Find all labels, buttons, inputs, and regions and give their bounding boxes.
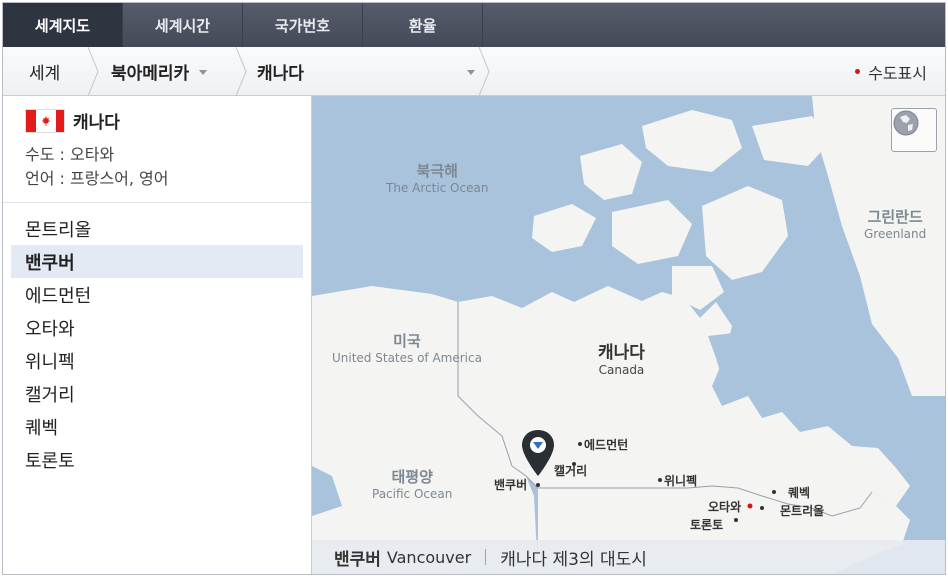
country-info: 캐나다 수도 : 오타와 언어 : 프랑스어, 영어 — [25, 108, 169, 191]
chevron-down-icon — [199, 70, 208, 75]
breadcrumb-country-select[interactable]: 캐나다 — [257, 47, 475, 96]
city-item-vancouver[interactable]: 밴쿠버 — [11, 245, 303, 278]
globe-view-button[interactable] — [891, 108, 937, 152]
language-info: 언어 : 프랑스어, 영어 — [25, 169, 169, 188]
world-map-widget: 세계지도 세계시간 국가번호 환율 세계 북아메리카 캐나다 수도표시 캐나다 … — [2, 2, 946, 575]
map-city-quebec[interactable]: 퀘벡 — [788, 484, 810, 501]
map-view[interactable]: 북극해 The Arctic Ocean 그린란드 Greenland 미국 U… — [312, 96, 945, 574]
city-item-winnipeg[interactable]: 위니펙 — [11, 344, 303, 377]
divider — [3, 202, 311, 203]
globe-icon — [893, 110, 919, 136]
city-item-edmonton[interactable]: 에드먼턴 — [11, 278, 303, 311]
map-city-ottawa[interactable]: 오타와 — [708, 498, 741, 515]
show-capital-label: 수도표시 — [868, 63, 927, 83]
chevron-down-icon — [467, 70, 475, 75]
city-item-montreal[interactable]: 몬트리올 — [11, 212, 303, 245]
map-city-montreal[interactable]: 몬트리올 — [780, 502, 824, 519]
caption-city-en: Vancouver — [386, 547, 472, 567]
breadcrumb: 세계 북아메리카 캐나다 수도표시 — [3, 47, 945, 96]
map-city-edmonton[interactable]: 에드먼턴 — [584, 436, 628, 453]
country-name: 캐나다 — [73, 113, 120, 133]
breadcrumb-world[interactable]: 세계 — [29, 47, 60, 96]
capital-info: 수도 : 오타와 — [25, 145, 115, 164]
breadcrumb-separator — [478, 47, 490, 96]
map-city-winnipeg[interactable]: 위니펙 — [664, 472, 697, 489]
caption-divider — [485, 549, 487, 565]
top-tabs: 세계지도 세계시간 국가번호 환율 — [3, 3, 945, 47]
map-label-greenland: 그린란드 Greenland — [864, 208, 927, 241]
caption-description: 캐나다 제3의 대도시 — [500, 549, 647, 570]
tab-world-map[interactable]: 세계지도 — [3, 3, 123, 47]
show-capital-toggle[interactable]: 수도표시 — [855, 47, 927, 96]
map-city-calgary[interactable]: 캘거리 — [554, 462, 587, 479]
canada-flag-icon — [25, 108, 65, 133]
map-label-pacific: 태평양 Pacific Ocean — [372, 468, 453, 501]
breadcrumb-separator — [235, 47, 247, 96]
breadcrumb-region-select[interactable]: 북아메리카 — [111, 47, 208, 96]
map-city-toronto[interactable]: 토론토 — [690, 516, 723, 533]
map-label-canada: 캐나다 Canada — [598, 343, 645, 377]
map-label-usa: 미국 United States of America — [332, 332, 482, 365]
map-label-arctic: 북극해 The Arctic Ocean — [386, 162, 489, 195]
tab-world-time[interactable]: 세계시간 — [123, 3, 243, 47]
breadcrumb-separator — [87, 47, 99, 96]
caption-city-ko: 밴쿠버 — [334, 549, 381, 570]
city-item-quebec[interactable]: 퀘벡 — [11, 410, 303, 443]
country-panel: 캐나다 수도 : 오타와 언어 : 프랑스어, 영어 몬트리올 밴쿠버 에드먼턴… — [3, 96, 312, 574]
city-item-calgary[interactable]: 캘거리 — [11, 377, 303, 410]
map-city-vancouver[interactable]: 밴쿠버 — [494, 476, 527, 493]
city-item-toronto[interactable]: 토론토 — [11, 443, 303, 476]
tab-country-code[interactable]: 국가번호 — [243, 3, 363, 47]
city-list: 몬트리올 밴쿠버 에드먼턴 오타와 위니펙 캘거리 퀘벡 토론토 — [11, 212, 303, 476]
tab-exchange-rate[interactable]: 환율 — [363, 3, 483, 47]
city-caption: 밴쿠버 Vancouver 캐나다 제3의 대도시 — [312, 540, 945, 574]
capital-dot-icon — [855, 69, 861, 74]
city-item-ottawa[interactable]: 오타와 — [11, 311, 303, 344]
breadcrumb-region-label: 북아메리카 — [111, 64, 190, 84]
breadcrumb-country-label: 캐나다 — [257, 64, 304, 84]
